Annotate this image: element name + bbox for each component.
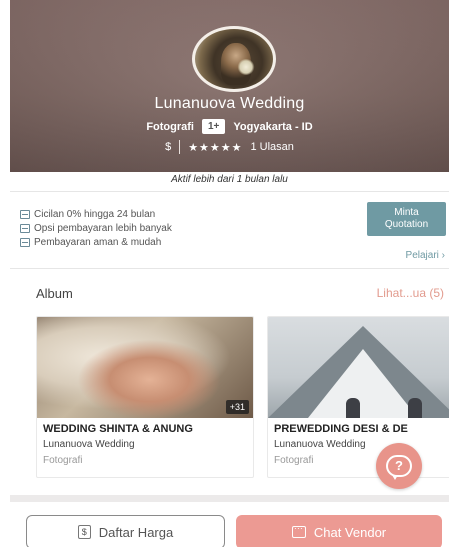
star-rating-icon: ★★★★★ bbox=[188, 141, 243, 154]
see-all-albums-link[interactable]: Lihat...ua (5) bbox=[377, 286, 444, 300]
album-card[interactable]: +31 WEDDING SHINTA & ANUNG Lunanuova Wed… bbox=[36, 316, 254, 478]
review-count-link[interactable]: 1 Ulasan bbox=[251, 141, 294, 153]
payment-features: Cicilan 0% hingga 24 bulan Opsi pembayar… bbox=[20, 207, 172, 249]
payment-feature-label: Opsi pembayaran lebih banyak bbox=[34, 222, 172, 234]
album-card-title: WEDDING SHINTA & ANUNG bbox=[43, 423, 193, 435]
request-quotation-button[interactable]: Minta Quotation bbox=[367, 202, 446, 236]
installment-icon bbox=[20, 209, 30, 219]
chat-vendor-label: Chat Vendor bbox=[313, 524, 387, 540]
photo-person bbox=[408, 398, 422, 418]
vendor-badge: 1+ bbox=[201, 119, 226, 134]
secure-payment-icon bbox=[20, 237, 30, 247]
price-list-label: Daftar Harga bbox=[98, 524, 174, 540]
album-cover-photo: +31 bbox=[37, 317, 253, 418]
album-card-category: Fotografi bbox=[43, 455, 83, 466]
album-card-vendor: Lunanuova Wedding bbox=[274, 439, 366, 450]
payment-feature-label: Cicilan 0% hingga 24 bulan bbox=[34, 208, 156, 220]
vendor-location: Yogyakarta - ID bbox=[233, 120, 313, 133]
quote-label-line2: Quotation bbox=[384, 219, 429, 230]
price-list-button[interactable]: $ Daftar Harga bbox=[26, 515, 225, 547]
photo-building-window bbox=[308, 349, 418, 418]
vendor-name: Lunanuova Wedding bbox=[154, 95, 305, 112]
price-level: $ bbox=[165, 141, 172, 153]
chat-vendor-button[interactable]: Chat Vendor bbox=[236, 515, 442, 547]
help-chat-icon: ? bbox=[386, 455, 412, 480]
album-card-title: PREWEDDING DESI & DE bbox=[274, 423, 408, 435]
photo-person bbox=[346, 398, 360, 418]
album-card[interactable]: PREWEDDING DESI & DE Lunanuova Wedding F… bbox=[267, 316, 449, 478]
album-card-vendor: Lunanuova Wedding bbox=[43, 439, 135, 450]
payment-feature-item: Pembayaran aman & mudah bbox=[20, 235, 172, 249]
vendor-avatar[interactable] bbox=[192, 26, 276, 92]
section-separator bbox=[10, 495, 449, 502]
payment-feature-label: Pembayaran aman & mudah bbox=[34, 236, 162, 248]
vendor-rating: $ ★★★★★ 1 Ulasan bbox=[10, 140, 449, 154]
chat-icon bbox=[291, 523, 306, 538]
payment-feature-item: Cicilan 0% hingga 24 bulan bbox=[20, 207, 172, 221]
photo-count-badge: +31 bbox=[225, 400, 249, 414]
vendor-hero: Lunanuova Wedding Fotografi 1+ Yogyakart… bbox=[10, 0, 449, 172]
help-button[interactable]: ? bbox=[376, 443, 422, 489]
quote-label-line1: Minta bbox=[394, 207, 419, 218]
divider bbox=[10, 191, 449, 192]
learn-more-link[interactable]: Pelajari › bbox=[406, 250, 445, 261]
album-cover-photo bbox=[268, 317, 449, 418]
rating-divider bbox=[179, 140, 181, 154]
payment-feature-item: Opsi pembayaran lebih banyak bbox=[20, 221, 172, 235]
activity-status: Aktif lebih dari 1 bulan lalu bbox=[171, 174, 288, 185]
vendor-category: Fotografi bbox=[146, 120, 194, 133]
price-tag-icon: $ bbox=[77, 525, 91, 539]
vendor-meta: Fotografi 1+ Yogyakarta - ID bbox=[10, 119, 449, 134]
avatar-photo-flowers bbox=[237, 59, 255, 75]
album-section-title: Album bbox=[36, 286, 73, 301]
wallet-icon bbox=[20, 223, 30, 233]
divider bbox=[10, 268, 449, 269]
